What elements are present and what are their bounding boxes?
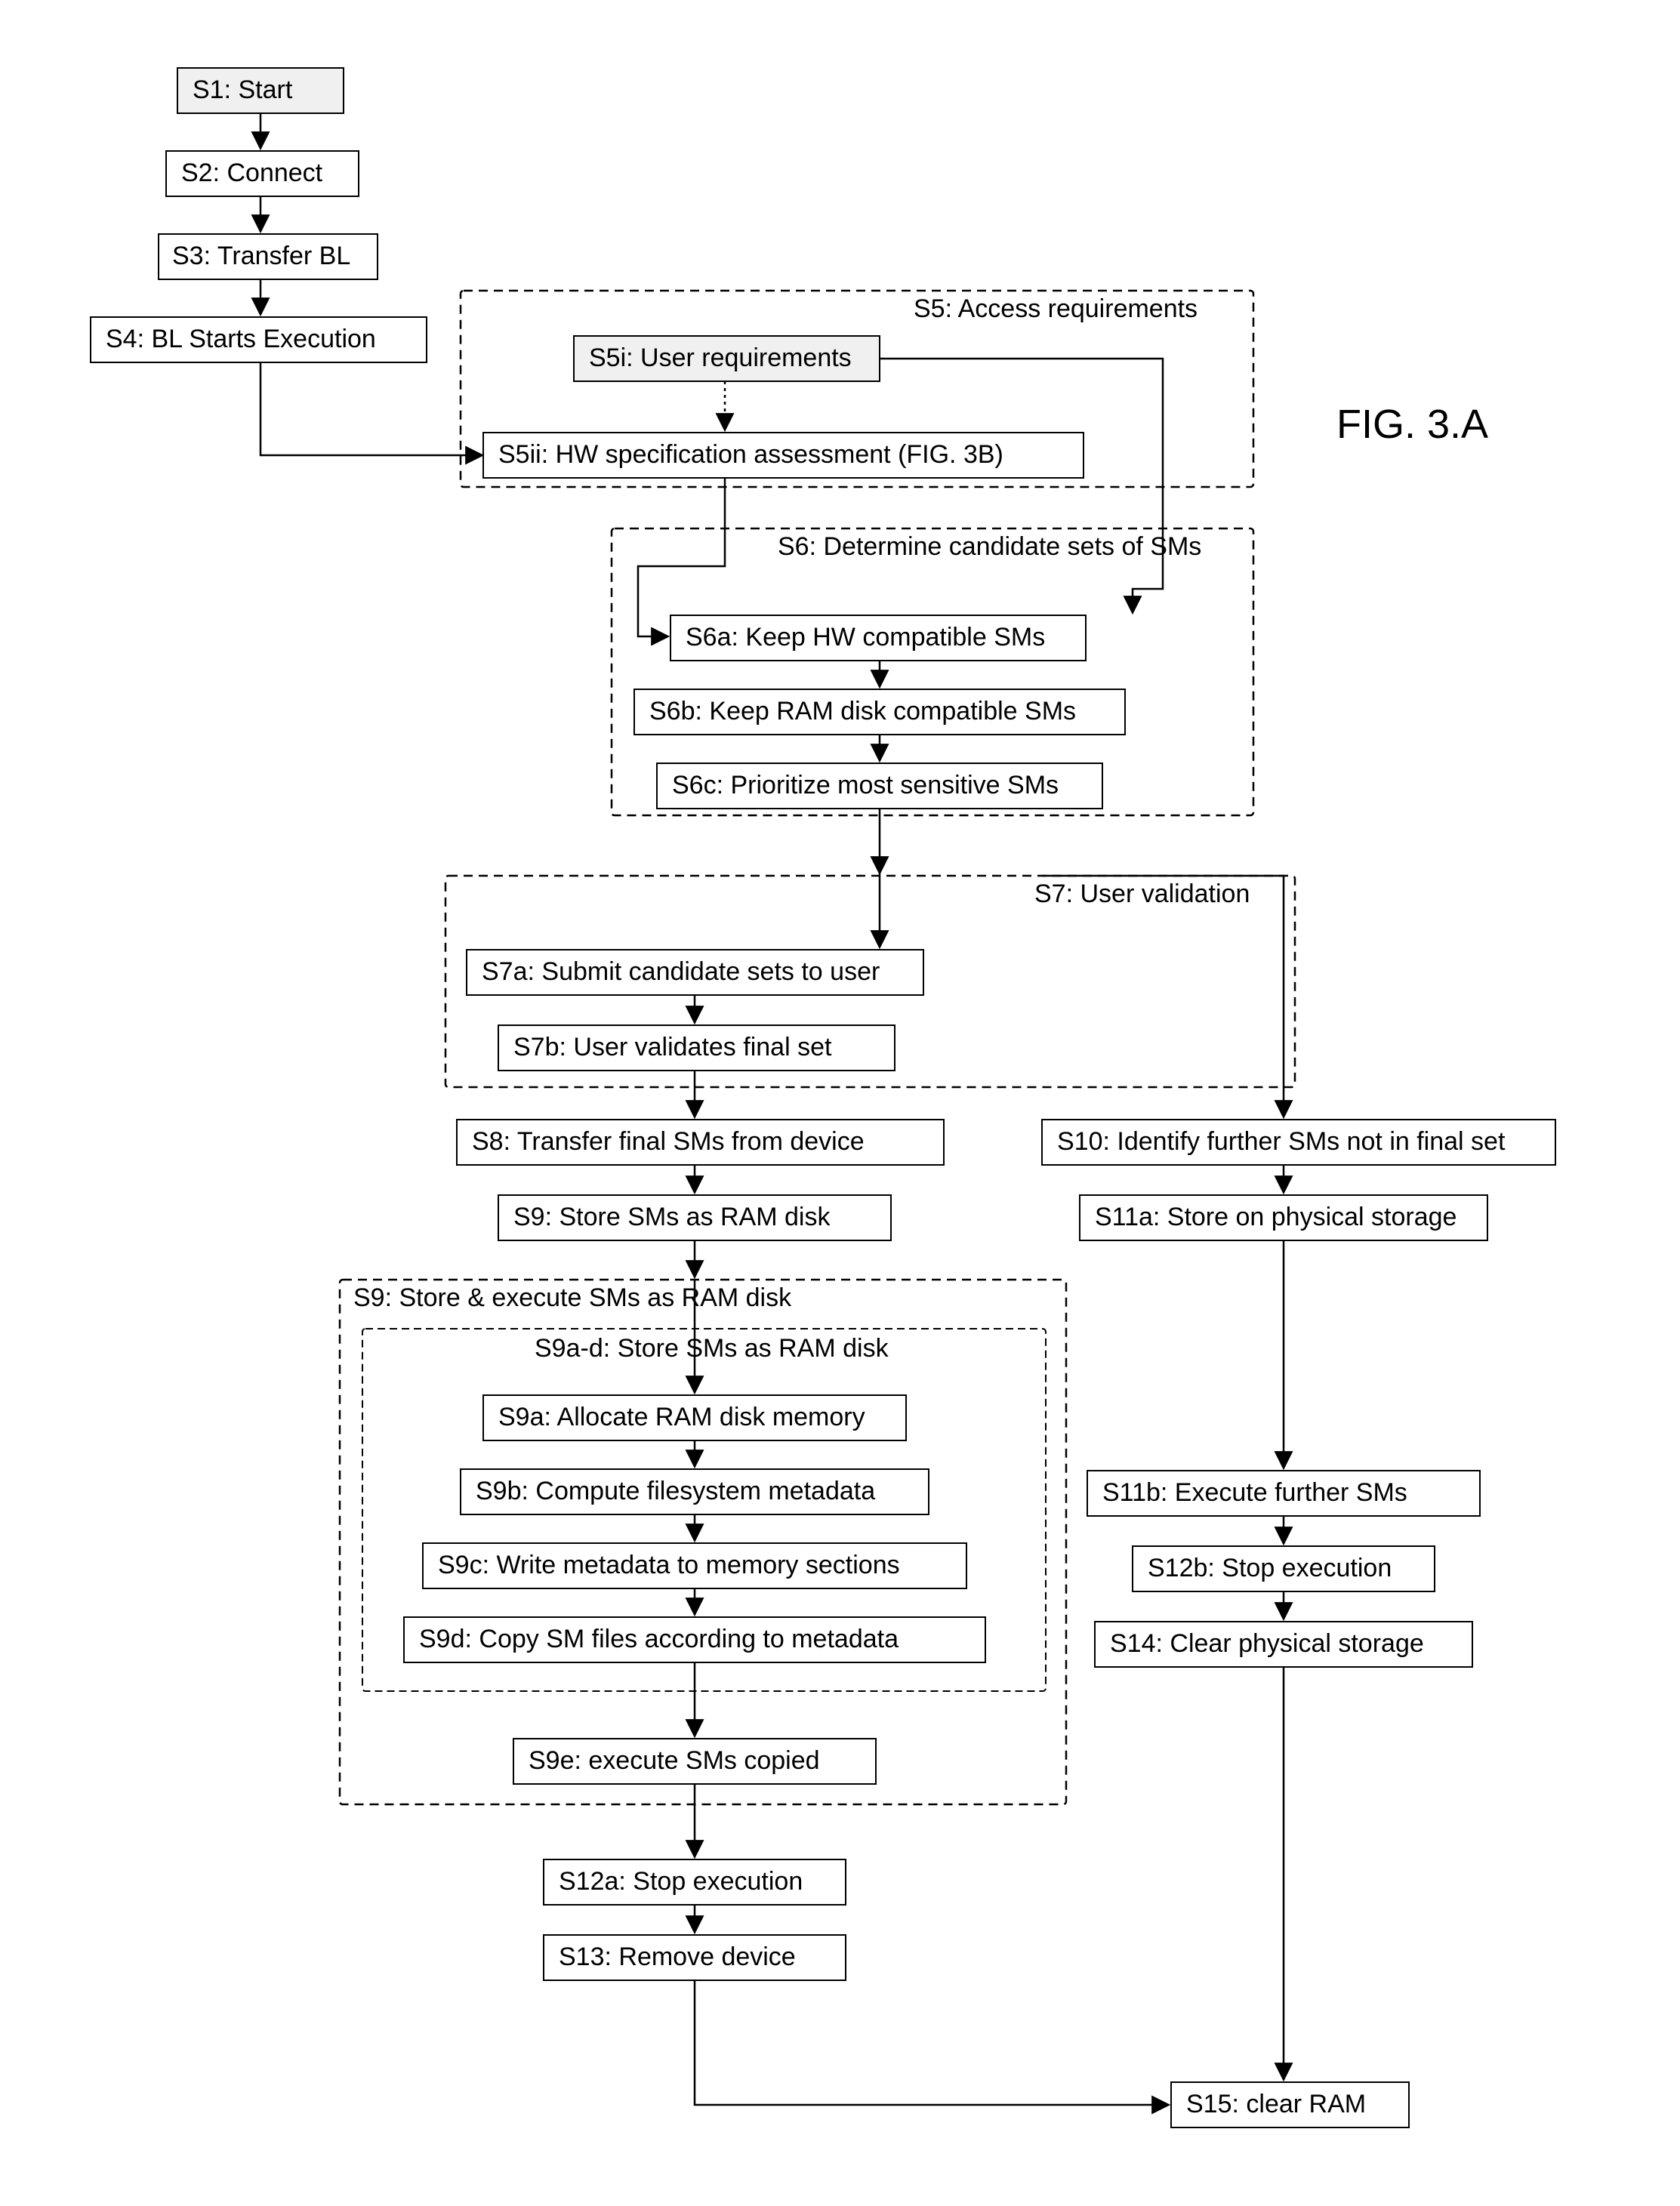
label-s14: S14: Clear physical storage: [1110, 1629, 1424, 1658]
label-s15: S15: clear RAM: [1186, 2090, 1366, 2118]
label-s7a: S7a: Submit candidate sets to user: [482, 957, 880, 986]
figure-label: FIG. 3.A: [1336, 402, 1488, 447]
label-s8: S8: Transfer final SMs from device: [472, 1127, 865, 1156]
label-s11a: S11a: Store on physical storage: [1095, 1203, 1457, 1231]
label-s9sub: S9a-d: Store SMs as RAM disk: [535, 1334, 889, 1363]
label-s7: S7: User validation: [1034, 880, 1250, 908]
edge-s4-s5ii: [260, 362, 481, 455]
label-s9group: S9: Store & execute SMs as RAM disk: [353, 1283, 792, 1312]
label-s5: S5: Access requirements: [914, 294, 1198, 323]
edge-s13-s15: [695, 1980, 1167, 2105]
label-s12a: S12a: Stop execution: [559, 1867, 803, 1896]
label-s5i: S5i: User requirements: [589, 344, 852, 372]
label-s3: S3: Transfer BL: [172, 242, 350, 270]
label-s9e: S9e: execute SMs copied: [529, 1746, 820, 1775]
flowchart-canvas: FIG. 3.A S1: Start S2: Connect S3: Trans…: [0, 0, 1680, 2206]
label-s6b: S6b: Keep RAM disk compatible SMs: [649, 697, 1076, 726]
label-s5ii: S5ii: HW specification assessment (FIG. …: [498, 440, 1003, 469]
label-s9a: S9a: Allocate RAM disk memory: [498, 1403, 865, 1431]
label-s6c: S6c: Prioritize most sensitive SMs: [672, 771, 1059, 800]
label-s9d: S9d: Copy SM files according to metadata: [419, 1625, 899, 1653]
edge-s5i-s6a: [880, 359, 1163, 612]
label-s2: S2: Connect: [181, 159, 323, 187]
label-s7b: S7b: User validates final set: [513, 1033, 832, 1061]
label-s11b: S11b: Execute further SMs: [1102, 1478, 1407, 1507]
label-s9top: S9: Store SMs as RAM disk: [513, 1203, 831, 1231]
label-s12b: S12b: Stop execution: [1148, 1554, 1392, 1582]
label-s6: S6: Determine candidate sets of SMs: [778, 532, 1201, 561]
label-s4: S4: BL Starts Execution: [106, 325, 376, 353]
label-s10: S10: Identify further SMs not in final s…: [1057, 1127, 1506, 1156]
edge-s5ii-s6a: [638, 478, 725, 636]
label-s9b: S9b: Compute filesystem metadata: [476, 1477, 875, 1505]
label-s9c: S9c: Write metadata to memory sections: [438, 1551, 900, 1579]
label-s13: S13: Remove device: [559, 1943, 796, 1971]
label-s1: S1: Start: [193, 75, 293, 104]
label-s6a: S6a: Keep HW compatible SMs: [686, 623, 1045, 652]
